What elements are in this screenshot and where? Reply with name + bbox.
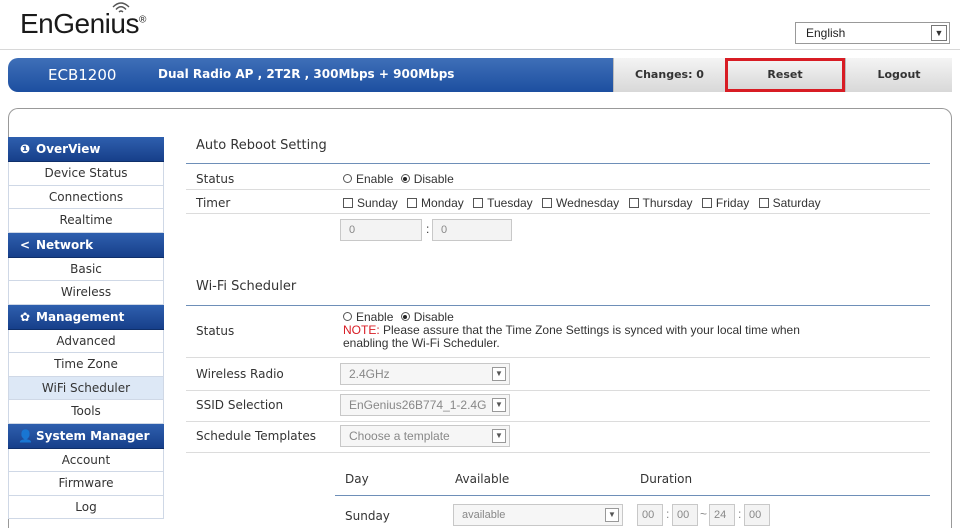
day-checkbox-monday[interactable] <box>407 197 418 208</box>
language-select[interactable]: English ▼ <box>795 22 950 44</box>
sidebar: ❶ OverView Device Status Connections Real… <box>8 137 164 519</box>
row-divider <box>186 357 930 358</box>
time-separator: : <box>738 507 742 521</box>
end-minute-input[interactable]: 00 <box>744 504 770 526</box>
schedule-table-divider <box>335 495 930 496</box>
column-available: Available <box>455 472 510 486</box>
sidebar-item-wireless[interactable]: Wireless <box>8 281 164 305</box>
row-divider <box>186 421 930 422</box>
schedule-templates-label: Schedule Templates <box>196 429 316 443</box>
wifi-icon <box>112 2 130 13</box>
row-divider <box>186 390 930 391</box>
changes-button[interactable]: Changes: 0 <box>613 58 725 92</box>
sidebar-item-account[interactable]: Account <box>8 448 164 472</box>
sidebar-section-overview[interactable]: ❶ OverView <box>8 137 164 162</box>
start-minute-input[interactable]: 00 <box>672 504 698 526</box>
day-checkbox-tuesday[interactable] <box>473 197 484 208</box>
schedule-templates-select[interactable]: Choose a template ▼ <box>340 425 510 447</box>
scheduler-status-label: Status <box>196 324 235 338</box>
auto-reboot-disable-radio[interactable] <box>400 174 410 184</box>
scheduler-disable-radio[interactable] <box>400 312 410 322</box>
sidebar-item-tools[interactable]: Tools <box>8 400 164 424</box>
auto-reboot-status-radios: Enable Disable <box>343 172 454 186</box>
ssid-selection-label: SSID Selection <box>196 398 284 412</box>
row-divider <box>186 189 930 190</box>
auto-reboot-enable-radio[interactable] <box>343 174 352 184</box>
logout-button[interactable]: Logout <box>845 58 952 92</box>
sidebar-item-realtime[interactable]: Realtime <box>8 209 164 233</box>
chevron-down-icon: ▼ <box>492 429 506 443</box>
sidebar-item-basic[interactable]: Basic <box>8 257 164 281</box>
nav-bar: ECB1200 Dual Radio AP , 2T2R , 300Mbps +… <box>8 58 952 92</box>
scheduler-status-radios: Enable Disable <box>343 310 454 324</box>
start-hour-input[interactable]: 00 <box>637 504 663 526</box>
day-checkbox-sunday[interactable] <box>343 197 353 208</box>
model-name: ECB1200 <box>48 66 117 84</box>
sidebar-item-time-zone[interactable]: Time Zone <box>8 353 164 377</box>
sidebar-item-wifi-scheduler[interactable]: WiFi Scheduler <box>8 376 164 400</box>
chevron-down-icon: ▼ <box>492 398 506 412</box>
sidebar-item-connections[interactable]: Connections <box>8 185 164 209</box>
timer-days: Sunday Monday Tuesday Wednesday Thursday… <box>337 196 821 210</box>
wireless-radio-label: Wireless Radio <box>196 367 284 381</box>
time-separator: : <box>666 507 670 521</box>
chevron-down-icon: ▼ <box>492 367 506 381</box>
auto-reboot-status-label: Status <box>196 172 235 186</box>
wireless-radio-select[interactable]: 2.4GHz ▼ <box>340 363 510 385</box>
sidebar-item-firmware[interactable]: Firmware <box>8 472 164 496</box>
day-checkbox-friday[interactable] <box>701 197 712 208</box>
share-icon: < <box>19 237 31 252</box>
gear-icon: ✿ <box>19 309 31 324</box>
info-icon: ❶ <box>19 142 31 156</box>
sidebar-section-system-manager[interactable]: 👤 System Manager <box>8 423 164 449</box>
model-description: Dual Radio AP , 2T2R , 300Mbps + 900Mbps <box>158 67 455 81</box>
auto-reboot-divider <box>186 163 930 164</box>
column-duration: Duration <box>640 472 693 486</box>
schedule-available-select[interactable]: available ▼ <box>453 504 623 526</box>
wifi-scheduler-title: Wi-Fi Scheduler <box>196 279 297 294</box>
sidebar-item-device-status[interactable]: Device Status <box>8 162 164 186</box>
reboot-minute-input[interactable]: 0 <box>432 219 512 241</box>
time-separator: : <box>426 222 430 236</box>
end-hour-input[interactable]: 24 <box>709 504 735 526</box>
engenius-logo: EnGenius® <box>20 2 146 40</box>
day-checkbox-saturday[interactable] <box>758 197 769 208</box>
chevron-down-icon: ▼ <box>605 508 619 522</box>
timer-label: Timer <box>196 196 231 210</box>
scheduler-enable-radio[interactable] <box>343 312 352 322</box>
sidebar-section-management[interactable]: ✿ Management <box>8 304 164 330</box>
column-day: Day <box>345 472 369 486</box>
chevron-down-icon: ▼ <box>931 25 947 41</box>
user-icon: 👤 <box>18 428 33 443</box>
top-header: EnGenius® English ▼ <box>0 0 960 50</box>
row-divider <box>186 452 930 453</box>
sidebar-item-advanced[interactable]: Advanced <box>8 329 164 353</box>
scheduler-note: NOTE: Please assure that the Time Zone S… <box>343 323 800 350</box>
reboot-hour-input[interactable]: 0 <box>340 219 422 241</box>
day-checkbox-thursday[interactable] <box>628 197 639 208</box>
day-checkbox-wednesday[interactable] <box>542 197 553 208</box>
sidebar-item-log[interactable]: Log <box>8 495 164 519</box>
row-divider <box>186 213 930 214</box>
sidebar-section-network[interactable]: < Network <box>8 232 164 258</box>
reset-button[interactable]: Reset <box>725 58 845 92</box>
auto-reboot-title: Auto Reboot Setting <box>196 138 327 153</box>
schedule-day-cell: Sunday <box>345 509 390 523</box>
wifi-scheduler-divider <box>186 305 930 306</box>
ssid-select[interactable]: EnGenius26B774_1-2.4G ▼ <box>340 394 510 416</box>
range-separator: ~ <box>700 507 708 521</box>
